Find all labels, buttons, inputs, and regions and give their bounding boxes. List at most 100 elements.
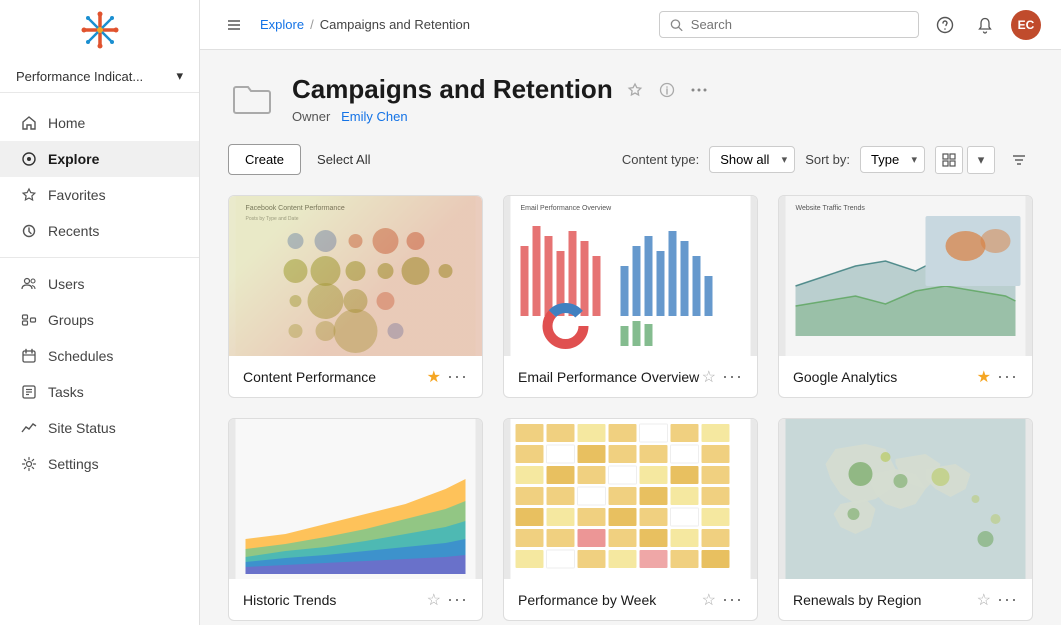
card-footer-google-analytics: Google Analytics ★ ··· (779, 356, 1032, 397)
card-google-analytics[interactable]: Website Traffic Trends Google A (778, 195, 1033, 398)
card-thumbnail-historic-trends (229, 419, 482, 579)
card-footer-performance-by-week: Performance by Week ☆ ··· (504, 579, 757, 620)
user-avatar[interactable]: EC (1011, 10, 1041, 40)
breadcrumb-explore-link[interactable]: Explore (260, 17, 304, 32)
card-renewals-by-region[interactable]: Renewals by Region ☆ ··· (778, 418, 1033, 621)
sidebar-item-explore-label: Explore (48, 151, 99, 167)
sidebar-item-home[interactable]: Home (0, 105, 199, 141)
page-title-text: Campaigns and Retention (292, 74, 613, 105)
org-selector[interactable]: Performance Indicat... ▾ (0, 60, 199, 93)
notifications-button[interactable] (971, 11, 999, 39)
cards-grid: Facebook Content Performance Posts by Ty… (228, 195, 1033, 621)
help-button[interactable] (931, 11, 959, 39)
create-button[interactable]: Create (228, 144, 301, 175)
card-thumbnail-email-performance: Email Performance Overview (504, 196, 757, 356)
view-icons: ▾ (935, 146, 995, 174)
page-title-block: Campaigns and Retention Own (292, 74, 1033, 124)
favorite-page-button[interactable] (623, 78, 647, 102)
sidebar-item-recents[interactable]: Recents (0, 213, 199, 249)
sidebar-item-tasks[interactable]: Tasks (0, 374, 199, 410)
info-button[interactable] (655, 78, 679, 102)
svg-text:Website Traffic Trends: Website Traffic Trends (796, 205, 866, 212)
sidebar-item-settings-label: Settings (48, 456, 99, 472)
explore-icon (20, 150, 38, 168)
site-status-icon (20, 419, 38, 437)
tasks-icon (20, 383, 38, 401)
sidebar-item-settings[interactable]: Settings (0, 446, 199, 482)
svg-text:Email Performance Overview: Email Performance Overview (521, 205, 613, 212)
sidebar-item-favorites[interactable]: Favorites (0, 177, 199, 213)
home-icon (20, 114, 38, 132)
topbar-icons: EC (931, 10, 1041, 40)
star-button-content-performance[interactable]: ★ (427, 367, 441, 387)
page-title: Campaigns and Retention (292, 74, 1033, 105)
favorites-icon (20, 186, 38, 204)
star-button-google-analytics[interactable]: ★ (977, 367, 991, 387)
toolbar: Create Select All Content type: Show all… (228, 144, 1033, 175)
sort-by-label: Sort by: (805, 152, 850, 167)
more-button-renewals-by-region[interactable]: ··· (997, 589, 1018, 610)
more-button-performance-by-week[interactable]: ··· (722, 589, 743, 610)
schedules-icon (20, 347, 38, 365)
star-button-renewals-by-region[interactable]: ☆ (977, 590, 991, 610)
search-bar[interactable] (659, 11, 919, 38)
owner-label: Owner (292, 109, 330, 124)
org-label: Performance Indicat... (16, 69, 143, 84)
card-footer-email-performance: Email Performance Overview ☆ ··· (504, 356, 757, 397)
more-options-button[interactable] (687, 78, 711, 102)
card-actions-historic-trends: ☆ ··· (427, 589, 468, 610)
select-all-button[interactable]: Select All (313, 145, 374, 174)
sort-by-dropdown[interactable]: Type (860, 146, 925, 173)
content-type-label: Content type: (622, 152, 699, 167)
nav-divider-1 (0, 257, 199, 258)
sidebar-item-groups[interactable]: Groups (0, 302, 199, 338)
users-icon (20, 275, 38, 293)
sidebar: Performance Indicat... ▾ Home Explore Fa… (0, 0, 200, 625)
chevron-down-view-button[interactable]: ▾ (967, 146, 995, 174)
sidebar-item-site-status[interactable]: Site Status (0, 410, 199, 446)
sidebar-nav: Home Explore Favorites Recents Users (0, 93, 199, 625)
sidebar-item-schedules-label: Schedules (48, 348, 113, 364)
svg-text:Posts by Type and Date: Posts by Type and Date (246, 216, 299, 222)
star-button-historic-trends[interactable]: ☆ (427, 590, 441, 610)
grid-view-button[interactable] (935, 146, 963, 174)
card-email-performance[interactable]: Email Performance Overview (503, 195, 758, 398)
sidebar-item-users-label: Users (48, 276, 85, 292)
sidebar-item-favorites-label: Favorites (48, 187, 106, 203)
topbar: Explore / Campaigns and Retention EC (200, 0, 1061, 50)
search-icon (670, 18, 683, 32)
breadcrumb-current: Campaigns and Retention (320, 17, 470, 32)
sidebar-item-explore[interactable]: Explore (0, 141, 199, 177)
breadcrumb: Explore / Campaigns and Retention (260, 17, 647, 32)
sidebar-item-home-label: Home (48, 115, 85, 131)
card-actions-renewals-by-region: ☆ ··· (977, 589, 1018, 610)
sidebar-collapse-button[interactable] (220, 11, 248, 39)
sort-by-dropdown-wrap: Type (860, 146, 925, 173)
more-button-content-performance[interactable]: ··· (447, 366, 468, 387)
more-button-google-analytics[interactable]: ··· (997, 366, 1018, 387)
breadcrumb-separator: / (310, 17, 314, 32)
card-title-email-performance: Email Performance Overview (518, 369, 699, 385)
card-historic-trends[interactable]: Historic Trends ☆ ··· (228, 418, 483, 621)
more-button-historic-trends[interactable]: ··· (447, 589, 468, 610)
main-content: Explore / Campaigns and Retention EC (200, 0, 1061, 625)
star-button-email-performance[interactable]: ☆ (702, 367, 716, 387)
card-actions-performance-by-week: ☆ ··· (702, 589, 743, 610)
card-performance-by-week[interactable]: Performance by Week ☆ ··· (503, 418, 758, 621)
card-content-performance[interactable]: Facebook Content Performance Posts by Ty… (228, 195, 483, 398)
owner-name-link[interactable]: Emily Chen (341, 109, 407, 124)
card-actions-email-performance: ☆ ··· (702, 366, 743, 387)
card-footer-renewals-by-region: Renewals by Region ☆ ··· (779, 579, 1032, 620)
settings-icon (20, 455, 38, 473)
content-area: Campaigns and Retention Own (200, 50, 1061, 625)
search-input[interactable] (691, 17, 908, 32)
content-type-dropdown-wrap: Show all (709, 146, 795, 173)
sidebar-item-users[interactable]: Users (0, 266, 199, 302)
star-button-performance-by-week[interactable]: ☆ (702, 590, 716, 610)
card-actions-google-analytics: ★ ··· (977, 366, 1018, 387)
content-type-dropdown[interactable]: Show all (709, 146, 795, 173)
more-button-email-performance[interactable]: ··· (722, 366, 743, 387)
sidebar-item-schedules[interactable]: Schedules (0, 338, 199, 374)
logo (0, 0, 199, 60)
filter-button[interactable] (1005, 146, 1033, 174)
